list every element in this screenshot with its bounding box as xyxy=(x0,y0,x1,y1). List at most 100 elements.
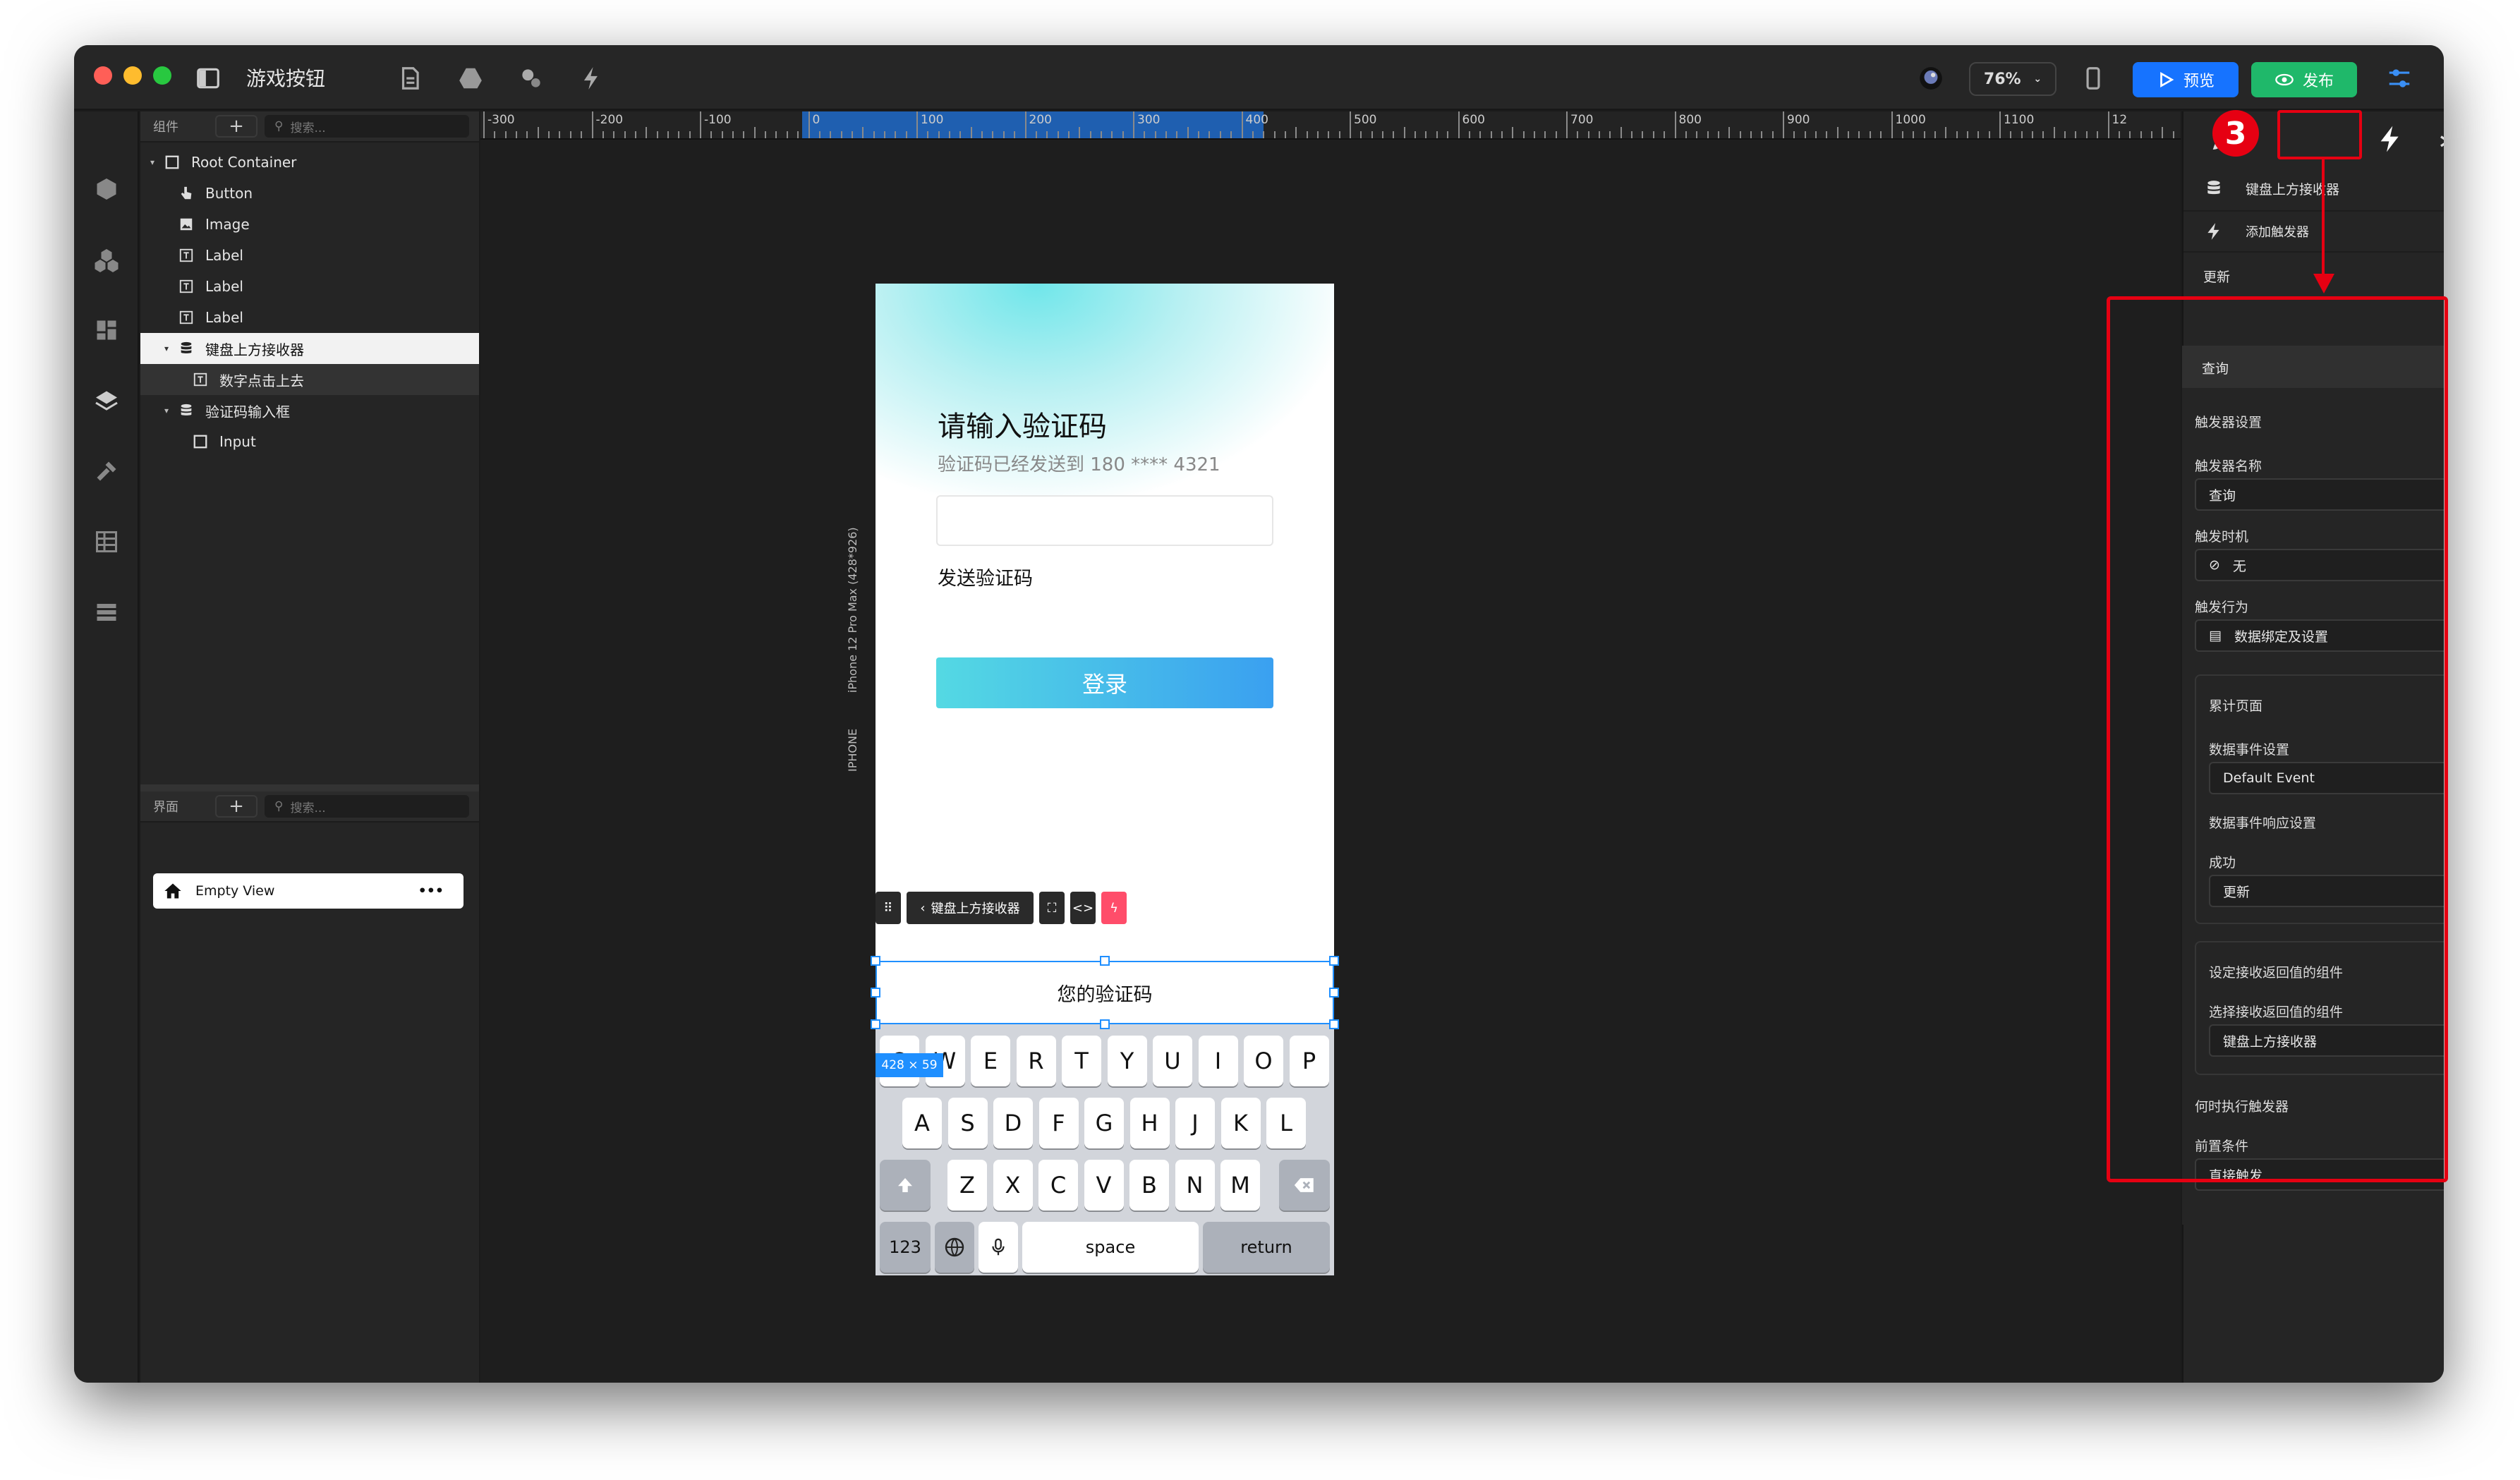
key-d[interactable]: D xyxy=(993,1098,1033,1148)
numbers-key[interactable]: 123 xyxy=(880,1222,931,1273)
resize-handle[interactable] xyxy=(1329,1019,1339,1029)
key-t[interactable]: T xyxy=(1062,1036,1101,1086)
shift-key[interactable] xyxy=(880,1160,931,1211)
code-icon[interactable]: <> xyxy=(1070,892,1096,924)
avatar[interactable] xyxy=(1915,64,1946,92)
globe-key[interactable] xyxy=(935,1222,974,1273)
tree-item-label[interactable]: Label xyxy=(140,302,479,333)
assets-icon[interactable] xyxy=(516,64,547,92)
resize-handle[interactable] xyxy=(871,1019,880,1029)
login-button[interactable]: 登录 xyxy=(936,657,1273,708)
tree-item-button[interactable]: Button xyxy=(140,178,479,209)
key-u[interactable]: U xyxy=(1153,1036,1192,1086)
tree-item-digit-click[interactable]: 数字点击上去 xyxy=(140,364,479,395)
screen-item-empty-view[interactable]: Empty View ••• xyxy=(153,873,464,909)
device-icon[interactable] xyxy=(2078,64,2109,92)
list-icon[interactable] xyxy=(91,597,122,628)
cube-icon[interactable] xyxy=(91,174,122,205)
tree-item-image[interactable]: Image xyxy=(140,209,479,240)
close-window-button[interactable] xyxy=(94,66,112,85)
key-v[interactable]: V xyxy=(1084,1160,1124,1211)
screen-search-input[interactable]: ⚲ 搜索... xyxy=(265,795,469,818)
tree-item-label[interactable]: Label xyxy=(140,271,479,302)
key-a[interactable]: A xyxy=(902,1098,942,1148)
key-s[interactable]: S xyxy=(947,1098,988,1148)
key-i[interactable]: I xyxy=(1198,1036,1238,1086)
layout-icon[interactable] xyxy=(91,315,122,346)
key-k[interactable]: K xyxy=(1220,1098,1261,1148)
key-f[interactable]: F xyxy=(1038,1098,1079,1148)
tree-item-keyboard-receiver[interactable]: ▾ 键盘上方接收器 xyxy=(140,333,479,364)
fullscreen-icon[interactable]: ⛶ xyxy=(1039,892,1065,924)
settings-sliders-icon[interactable] xyxy=(2384,64,2415,92)
sidebar-toggle-icon[interactable] xyxy=(193,64,224,92)
key-b[interactable]: B xyxy=(1129,1160,1169,1211)
table-icon[interactable] xyxy=(91,526,122,557)
component-search-input[interactable]: ⚲ 搜索... xyxy=(265,115,469,138)
resize-handle[interactable] xyxy=(1100,1019,1110,1029)
hammer-icon[interactable] xyxy=(91,456,122,487)
space-key[interactable]: space xyxy=(1022,1222,1199,1273)
key-x[interactable]: X xyxy=(993,1160,1033,1211)
tree-item-label: 数字点击上去 xyxy=(219,372,304,389)
parent-component-button[interactable]: ‹ 键盘上方接收器 xyxy=(907,892,1034,924)
trigger-lightning-icon[interactable] xyxy=(2351,116,2429,162)
ruler-tick xyxy=(2010,131,2012,138)
key-l[interactable]: L xyxy=(1266,1098,1306,1148)
minimize-window-button[interactable] xyxy=(123,66,142,85)
key-n[interactable]: N xyxy=(1175,1160,1215,1211)
code-input-field[interactable] xyxy=(936,495,1273,546)
lightning-icon[interactable] xyxy=(576,64,607,92)
key-o[interactable]: O xyxy=(1244,1036,1283,1086)
backspace-key[interactable] xyxy=(1279,1160,1330,1211)
drive-icon[interactable] xyxy=(455,64,486,92)
preview-button[interactable]: 预览 xyxy=(2133,62,2239,97)
resize-handle[interactable] xyxy=(871,956,880,966)
ruler-tick xyxy=(1642,131,1644,138)
component-name: 键盘上方接收器 xyxy=(2246,181,2340,198)
resize-handle[interactable] xyxy=(871,988,880,997)
zoom-select[interactable]: 76% ⌄ xyxy=(1969,62,2056,96)
key-h[interactable]: H xyxy=(1129,1098,1170,1148)
key-m[interactable]: M xyxy=(1220,1160,1260,1211)
caret-down-icon[interactable]: ▾ xyxy=(164,406,169,416)
caret-down-icon[interactable]: ▾ xyxy=(164,344,169,353)
ruler-tick xyxy=(1696,131,1698,138)
ruler-tick xyxy=(1350,111,1351,138)
tree-item-label[interactable]: Label xyxy=(140,240,479,271)
key-y[interactable]: Y xyxy=(1107,1036,1147,1086)
resize-handle[interactable] xyxy=(1100,956,1110,966)
send-code-link[interactable]: 发送验证码 xyxy=(938,563,1033,590)
add-screen-button[interactable]: + xyxy=(215,795,258,818)
key-c[interactable]: C xyxy=(1038,1160,1078,1211)
tree-item-code-input[interactable]: ▾ 验证码输入框 xyxy=(140,395,479,426)
drag-handle-icon[interactable]: ⠿ xyxy=(876,892,901,924)
zoom-window-button[interactable] xyxy=(153,66,171,85)
debug-bug-icon[interactable] xyxy=(2430,116,2444,162)
mic-key[interactable] xyxy=(979,1222,1018,1273)
components-icon[interactable] xyxy=(91,244,122,275)
tree-item-root-container[interactable]: ▾ Root Container xyxy=(140,147,479,178)
resize-handle[interactable] xyxy=(1329,988,1339,997)
resize-handle[interactable] xyxy=(1329,956,1339,966)
phone-screen[interactable]: 请输入验证码 验证码已经发送到 180 **** 4321 发送验证码 登录 ⠿… xyxy=(871,284,1339,1275)
ruler-tick xyxy=(1100,131,1102,138)
return-key[interactable]: return xyxy=(1203,1222,1330,1273)
trigger-lightning-icon[interactable]: ϟ xyxy=(1101,892,1127,924)
keyboard-receiver[interactable]: 您的验证码 xyxy=(876,961,1334,1024)
key-g[interactable]: G xyxy=(1084,1098,1124,1148)
key-r[interactable]: R xyxy=(1016,1036,1056,1086)
key-j[interactable]: J xyxy=(1175,1098,1215,1148)
document-icon[interactable] xyxy=(394,64,425,92)
key-e[interactable]: E xyxy=(971,1036,1010,1086)
ruler-tick xyxy=(1891,111,1893,138)
key-p[interactable]: P xyxy=(1289,1036,1329,1086)
panel-splitter[interactable] xyxy=(140,784,479,791)
tree-item-input[interactable]: Input xyxy=(140,426,479,457)
add-component-button[interactable]: + xyxy=(215,115,258,138)
caret-down-icon[interactable]: ▾ xyxy=(150,157,155,167)
layers-icon[interactable] xyxy=(91,385,122,416)
key-z[interactable]: Z xyxy=(947,1160,987,1211)
more-options-icon[interactable]: ••• xyxy=(418,883,444,899)
publish-button[interactable]: 发布 xyxy=(2251,62,2357,97)
